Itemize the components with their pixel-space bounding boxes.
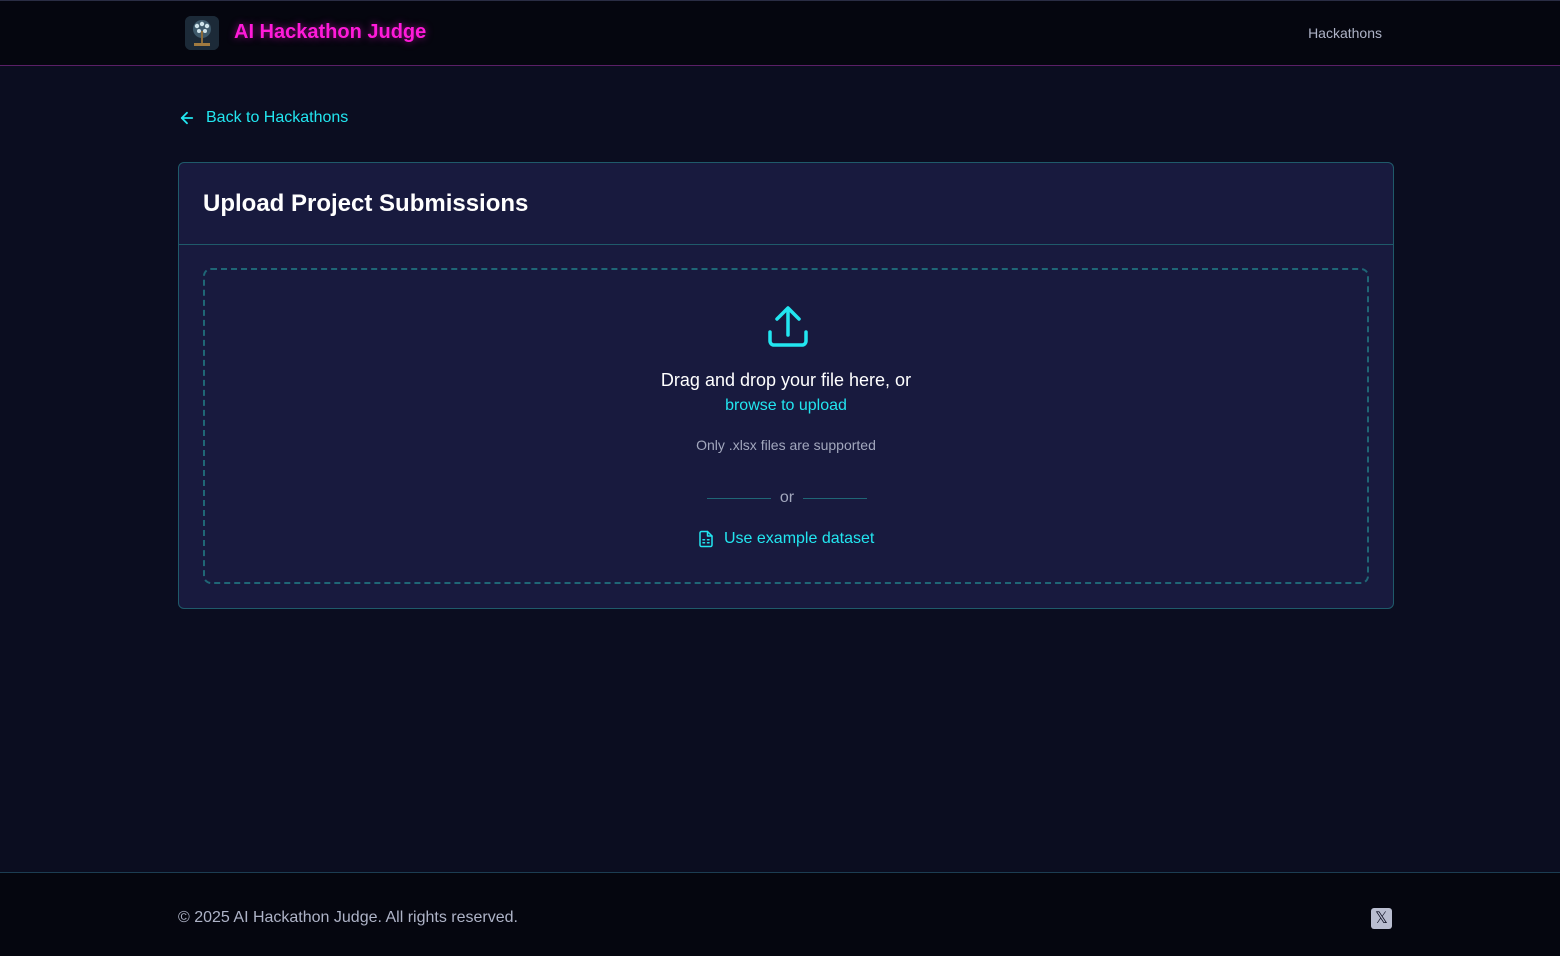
ai-tree-logo-icon[interactable]	[185, 16, 219, 50]
nav-hackathons[interactable]: Hackathons	[1308, 25, 1382, 41]
upload-icon	[768, 306, 808, 347]
file-dropzone[interactable]: Drag and drop your file here, or browse …	[203, 268, 1369, 584]
arrow-left-icon	[180, 111, 194, 125]
page-footer: © 2025 AI Hackathon Judge. All rights re…	[0, 872, 1560, 956]
x-logo-icon[interactable]: 𝕏	[1371, 908, 1392, 929]
divider-label: or	[779, 489, 795, 506]
copyright-text: © 2025 AI Hackathon Judge. All rights re…	[178, 909, 518, 926]
example-dataset-label: Use example dataset	[724, 530, 875, 547]
use-example-dataset-button[interactable]: Use example dataset	[697, 528, 874, 550]
supported-formats-text: Only .xlsx files are supported	[696, 437, 876, 453]
top-header: AI Hackathon Judge Hackathons	[0, 0, 1560, 66]
file-spreadsheet-icon	[699, 530, 713, 548]
page-title: Upload Project Submissions	[203, 190, 529, 217]
brand-title[interactable]: AI Hackathon Judge	[234, 21, 426, 44]
divider-line-right	[802, 497, 867, 499]
card-header: Upload Project Submissions	[179, 163, 1393, 245]
divider-line-left	[707, 497, 771, 499]
back-to-hackathons-link[interactable]: Back to Hackathons	[178, 107, 348, 129]
browse-to-upload-link[interactable]: browse to upload	[725, 397, 847, 414]
or-divider: or	[707, 488, 867, 508]
upload-card: Upload Project Submissions Drag and drop…	[178, 162, 1394, 609]
browse-link-row: browse to upload	[205, 397, 1367, 415]
back-link-label: Back to Hackathons	[206, 109, 349, 126]
drop-prompt: Drag and drop your file here, or	[660, 370, 912, 390]
